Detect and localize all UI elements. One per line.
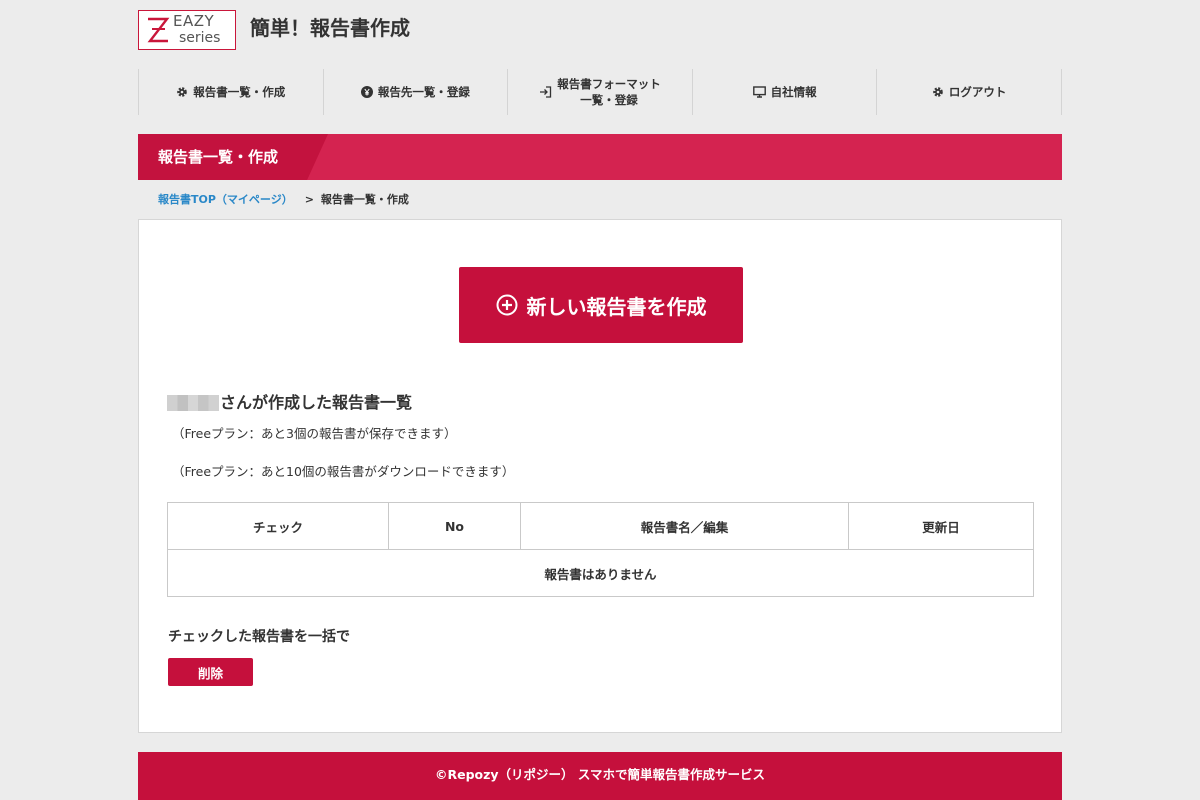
monitor-icon <box>752 86 766 98</box>
table-header-row: チェック No 報告書名／編集 更新日 <box>167 502 1034 550</box>
create-report-label: 新しい報告書を作成 <box>526 294 707 319</box>
nav-item-label: 自社情報 <box>770 85 817 99</box>
page-banner: 報告書一覧・作成 <box>138 134 1062 180</box>
report-list-heading: さんが作成した報告書一覧 <box>167 392 412 414</box>
logo-text-series: series <box>179 30 221 46</box>
breadcrumb-current: 報告書一覧・作成 <box>320 193 409 206</box>
nav-item-recipient-list[interactable]: 報告先一覧・登録 <box>322 69 508 115</box>
gear-icon <box>176 86 188 98</box>
breadcrumb: 報告書TOP（マイページ） > 報告書一覧・作成 <box>138 190 1062 210</box>
plan-download-limit-note: （Freeプラン：あと10個の報告書がダウンロードできます） <box>172 464 515 479</box>
yen-icon <box>360 86 373 98</box>
gear-icon <box>932 86 944 98</box>
create-report-button[interactable]: 新しい報告書を作成 <box>459 267 743 343</box>
nav-item-label-line2: 一覧・登録 <box>580 93 638 107</box>
header: EAZY series 簡単！報告書作成 <box>138 0 1062 60</box>
column-header-report-name: 報告書名／編集 <box>520 502 849 550</box>
nav-item-label: 報告先一覧・登録 <box>377 85 470 99</box>
table-row: 報告書はありません <box>167 549 1034 597</box>
plus-circle-icon <box>496 294 518 316</box>
nav-item-report-list[interactable]: 報告書一覧・作成 <box>138 69 323 115</box>
breadcrumb-link-top[interactable]: 報告書TOP（マイページ） <box>158 193 293 206</box>
column-header-check: チェック <box>167 502 389 550</box>
nav-item-logout[interactable]: ログアウト <box>876 69 1062 115</box>
plan-save-limit-note: （Freeプラン：あと3個の報告書が保存できます） <box>172 426 457 441</box>
report-list-heading-text: さんが作成した報告書一覧 <box>220 393 413 412</box>
column-header-no: No <box>388 502 521 550</box>
empty-table-message: 報告書はありません <box>167 549 1034 597</box>
eazy-series-logo[interactable]: EAZY series <box>138 10 236 50</box>
nav-item-label-line1: 報告書フォーマット <box>557 77 661 91</box>
logo-text-eazy: EAZY <box>173 12 215 30</box>
bulk-action-label: チェックした報告書を一括で <box>168 629 350 645</box>
footer-copyright: ©Repozy（リポジー） スマホで簡単報告書作成サービス <box>434 767 766 782</box>
nav-item-label: 報告書一覧・作成 <box>193 85 286 99</box>
delete-button[interactable]: 削除 <box>168 658 253 686</box>
main-nav: 報告書一覧・作成 報告先一覧・登録 報告書フォーマット 一覧・登録 自社情報 ロ… <box>138 69 1062 115</box>
main-content: 新しい報告書を作成 さんが作成した報告書一覧 （Freeプラン：あと3個の報告書… <box>138 219 1062 733</box>
z-logo-mark-icon <box>147 17 170 43</box>
sign-in-icon <box>539 86 552 98</box>
redacted-user-name <box>167 395 219 411</box>
page-title: 報告書一覧・作成 <box>158 148 279 166</box>
nav-item-format-list[interactable]: 報告書フォーマット 一覧・登録 <box>507 69 692 115</box>
column-header-updated: 更新日 <box>848 502 1034 550</box>
report-table: チェック No 報告書名／編集 更新日 報告書はありません <box>167 502 1034 597</box>
site-title: 簡単！報告書作成 <box>250 16 410 40</box>
nav-item-company-info[interactable]: 自社情報 <box>691 69 877 115</box>
nav-item-label: ログアウト <box>948 85 1007 99</box>
breadcrumb-separator: > <box>304 193 314 206</box>
footer: ©Repozy（リポジー） スマホで簡単報告書作成サービス <box>138 752 1062 800</box>
